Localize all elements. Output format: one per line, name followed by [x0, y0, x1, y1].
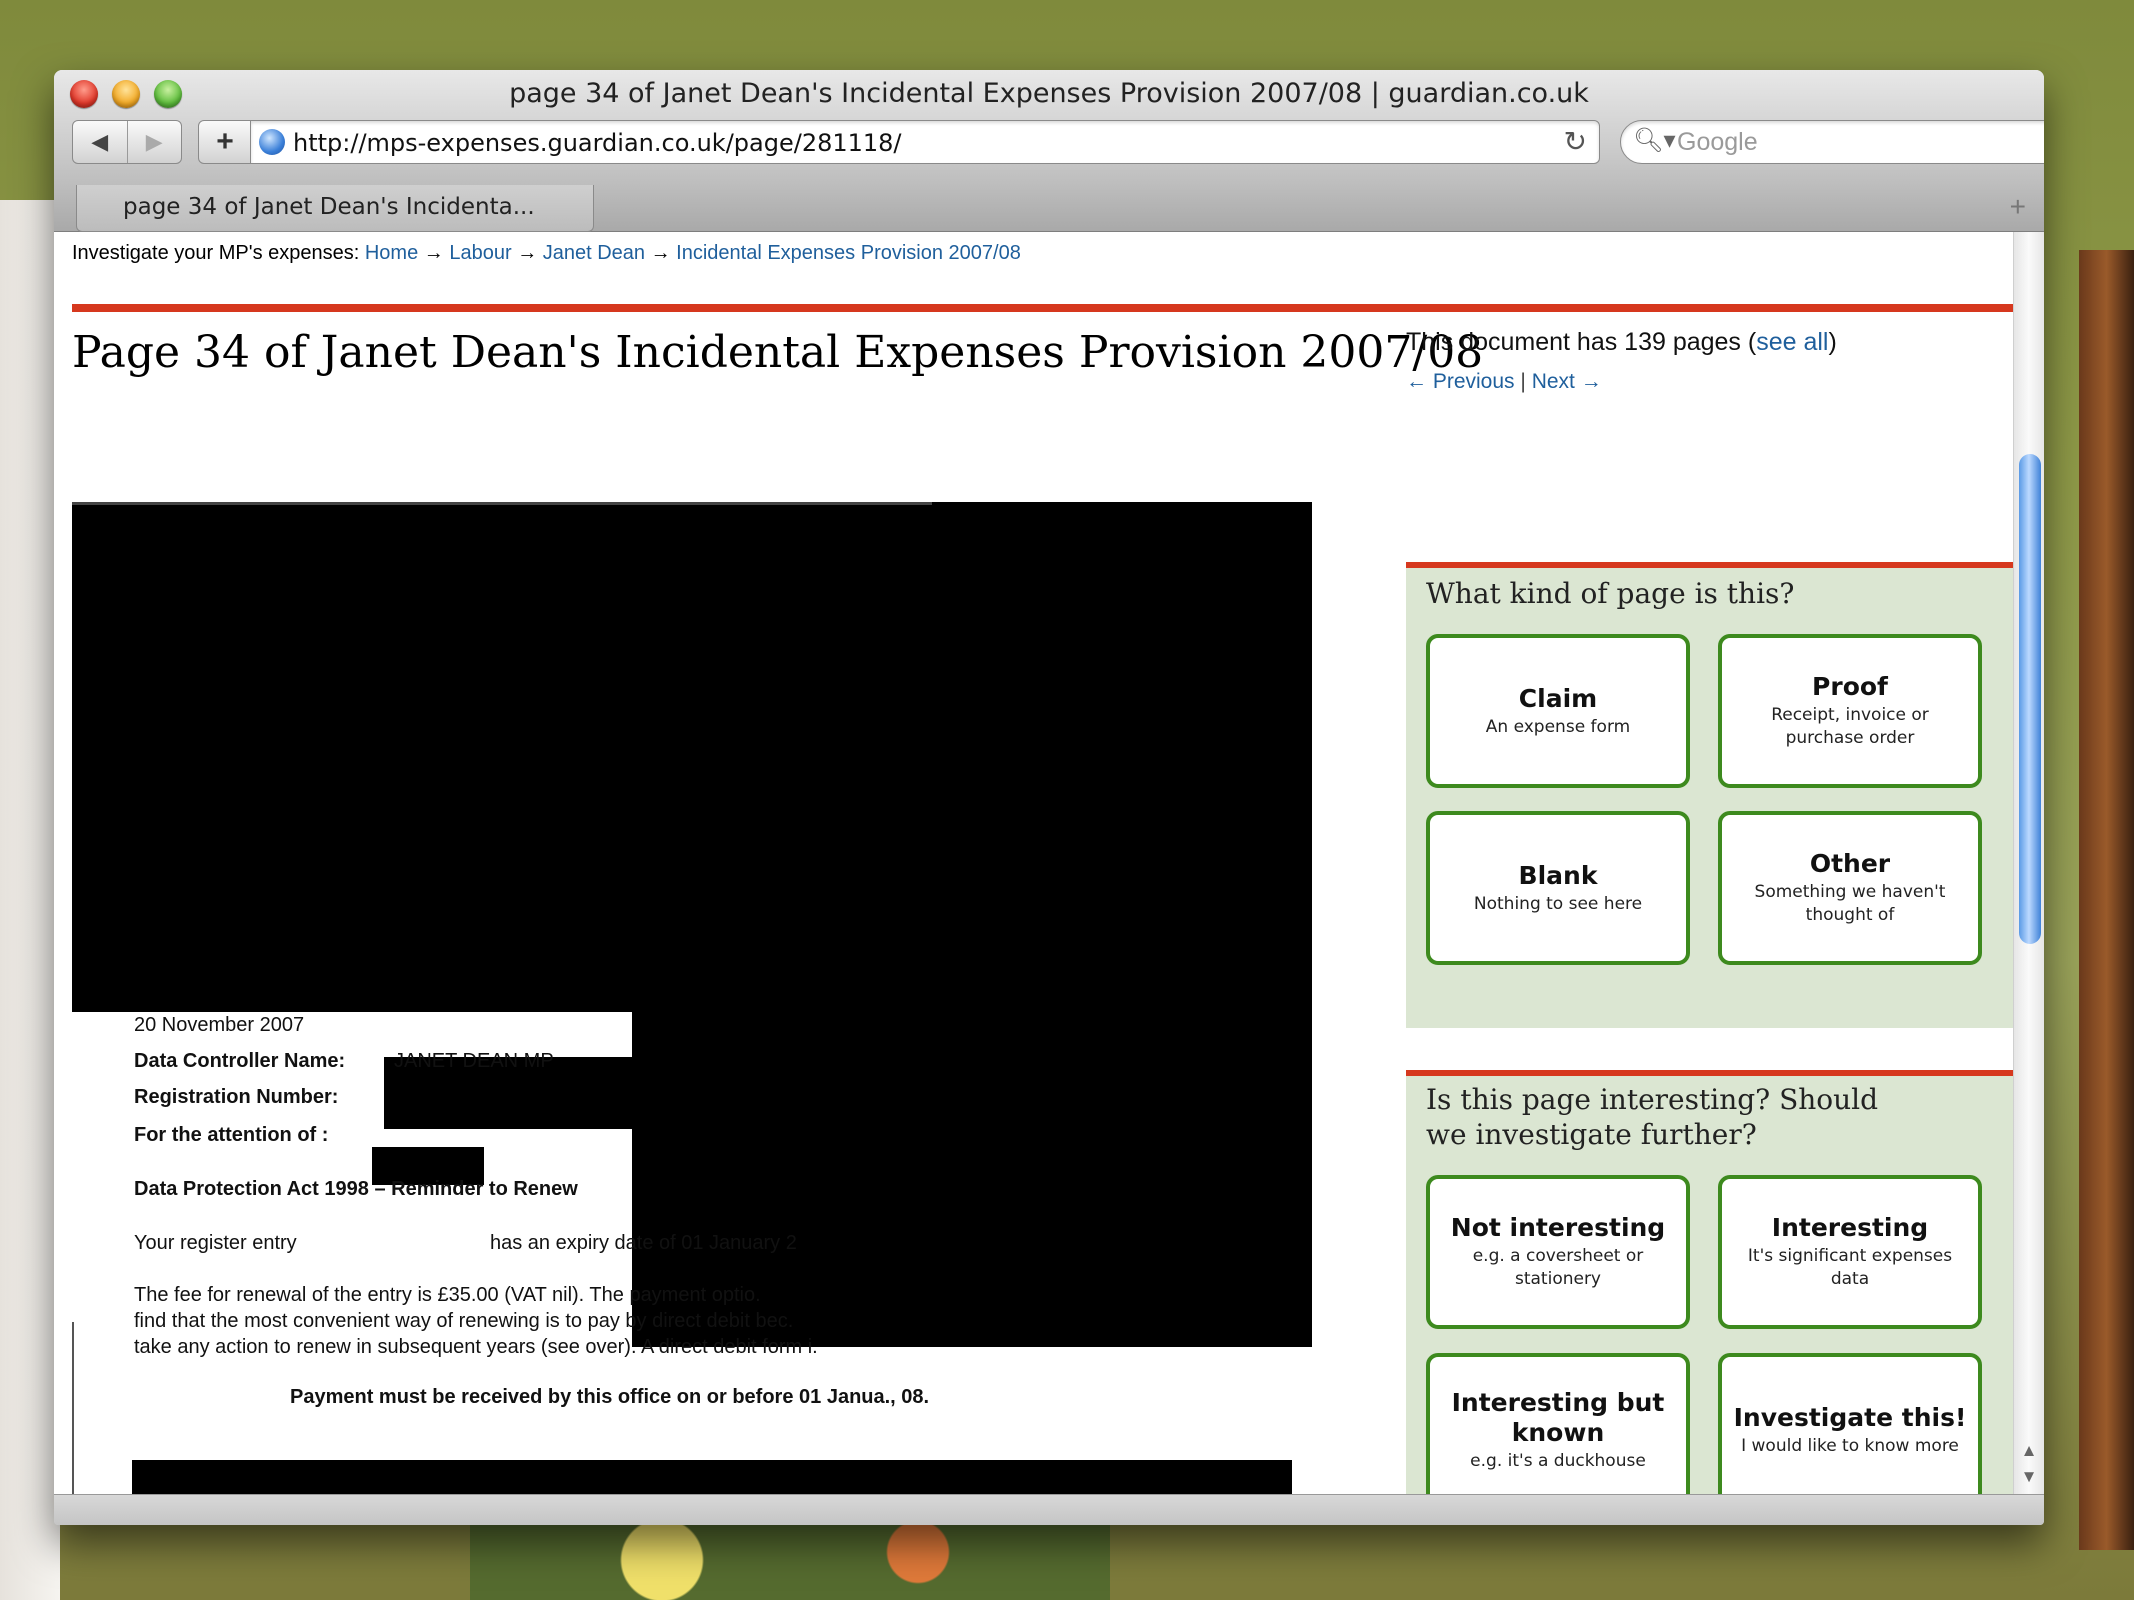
new-tab-icon[interactable]: + [2010, 191, 2026, 223]
page-kind-panel: What kind of page is this? Claim An expe… [1406, 562, 2032, 1028]
option-label: Claim [1518, 683, 1598, 713]
pagination-separator: | [1520, 370, 1526, 393]
page-count-text: This document has 139 pages ( [1406, 328, 1757, 356]
desktop-background-right [2079, 250, 2134, 1550]
document-page-count: This document has 139 pages (see all) [1406, 328, 1837, 357]
scan-entry-prefix: Your register entry [134, 1232, 297, 1254]
option-description: An expense form [1485, 716, 1631, 737]
page-kind-question: What kind of page is this? [1426, 577, 1795, 610]
back-forward-buttons: ◀ ▶ [72, 120, 182, 164]
add-bookmark-icon[interactable]: + [198, 120, 252, 164]
scan-edge-line [72, 502, 932, 505]
investigate-this-button[interactable]: Investigate this! I would like to know m… [1718, 1353, 1982, 1494]
next-page-link[interactable]: Next → [1532, 370, 1602, 393]
breadcrumb-mp[interactable]: Janet Dean [543, 242, 645, 264]
tab-current[interactable]: page 34 of Janet Dean's Incidenta... [76, 185, 594, 232]
interesting-but-known-button[interactable]: Interesting but known e.g. it's a duckho… [1426, 1353, 1690, 1494]
tab-bar: page 34 of Janet Dean's Incidenta... + [54, 185, 2044, 232]
scan-registration-label: Registration Number: [134, 1086, 339, 1108]
scrollbar-thumb[interactable] [2019, 454, 2041, 944]
url-text[interactable]: http://mps-expenses.guardian.co.uk/page/… [293, 129, 902, 157]
option-description: e.g. it's a duckhouse [1470, 1450, 1646, 1471]
option-description: It's significant expenses data [1747, 1246, 1953, 1289]
option-description: e.g. a coversheet or stationery [1472, 1246, 1644, 1289]
forward-icon[interactable]: ▶ [128, 121, 182, 163]
option-description: Something we haven't thought of [1754, 882, 1946, 925]
reload-icon[interactable]: ↻ [1564, 125, 1587, 158]
status-bar [54, 1494, 2044, 1525]
scan-entry-suffix: has an expiry date of 01 January 2 [490, 1232, 797, 1254]
scan-fee-line: find that the most convenient way of ren… [134, 1310, 794, 1332]
scan-payment-line: Payment must be received by this office … [290, 1386, 930, 1408]
see-all-link[interactable]: see all [1756, 328, 1828, 356]
back-icon[interactable]: ◀ [73, 121, 128, 163]
breadcrumb-separator: → [517, 242, 538, 264]
option-label: Other [1809, 849, 1891, 878]
page-title: Page 34 of Janet Dean's Incidental Expen… [72, 327, 1484, 378]
page-count-close: ) [1828, 328, 1837, 356]
option-label: Investigate this! [1733, 1402, 1967, 1432]
scan-attention-label: For the attention of : [134, 1124, 329, 1146]
scan-heading: Data Protection Act 1998 – Reminder to R… [134, 1178, 578, 1200]
breadcrumb-prefix: Investigate your MP's expenses: [72, 242, 360, 264]
page-viewport: Investigate your MP's expenses: Home → L… [54, 232, 2044, 1494]
interesting-button[interactable]: Interesting It's significant expenses da… [1718, 1175, 1982, 1329]
blank-button[interactable]: Blank Nothing to see here [1426, 811, 1690, 965]
window-title: page 34 of Janet Dean's Incidental Expen… [509, 78, 1589, 109]
option-description: I would like to know more [1741, 1435, 1959, 1456]
header-divider [72, 304, 2032, 312]
scroll-down-icon[interactable]: ▼ [2020, 1464, 2038, 1490]
scan-controller-label: Data Controller Name: [134, 1050, 346, 1072]
redaction-block [72, 502, 1312, 1012]
scan-edge-line [72, 1322, 74, 1494]
scan-fee-line: take any action to renew in subsequent y… [134, 1336, 818, 1358]
page-interest-question: Is this page interesting? Should we inve… [1426, 1083, 1879, 1151]
breadcrumb-separator: → [423, 242, 444, 264]
browser-window: page 34 of Janet Dean's Incidental Expen… [54, 70, 2044, 1525]
tab-label: page 34 of Janet Dean's Incidenta... [123, 194, 535, 220]
option-description: Receipt, invoice or purchase order [1771, 705, 1929, 748]
breadcrumb-separator: → [650, 242, 671, 264]
proof-button[interactable]: Proof Receipt, invoice or purchase order [1718, 634, 1982, 788]
scroll-up-icon[interactable]: ▲ [2020, 1438, 2038, 1464]
option-label: Blank [1518, 860, 1598, 890]
scanned-document-image: 20 November 2007 Data Controller Name: J… [72, 502, 1342, 1494]
title-bar: page 34 of Janet Dean's Incidental Expen… [54, 70, 2044, 186]
page-interest-panel: Is this page interesting? Should we inve… [1406, 1070, 2032, 1494]
option-label: Not interesting [1450, 1213, 1666, 1242]
option-label: Interesting but known [1451, 1387, 1665, 1447]
scrollbar-arrows[interactable]: ▲ ▼ [2020, 1438, 2038, 1490]
other-button[interactable]: Other Something we haven't thought of [1718, 811, 1982, 965]
search-icon[interactable]: 🔍︎▾ [1633, 126, 1676, 155]
search-input[interactable]: 🔍︎▾ Google [1620, 120, 2044, 164]
scan-date: 20 November 2007 [134, 1014, 305, 1036]
desktop-background-flowers [470, 1520, 1110, 1600]
globe-icon [259, 129, 285, 155]
redaction-block [132, 1460, 1292, 1494]
scan-controller-value: JANET DEAN MP [394, 1050, 554, 1072]
breadcrumb-document[interactable]: Incidental Expenses Provision 2007/08 [676, 242, 1021, 264]
breadcrumb-home[interactable]: Home [365, 242, 418, 264]
search-placeholder: Google [1677, 128, 1758, 156]
vertical-scrollbar[interactable]: ▲ ▼ [2013, 232, 2044, 1494]
breadcrumb-party[interactable]: Labour [449, 242, 511, 264]
scan-fee-line: The fee for renewal of the entry is £35.… [134, 1284, 761, 1306]
not-interesting-button[interactable]: Not interesting e.g. a coversheet or sta… [1426, 1175, 1690, 1329]
option-description: Nothing to see here [1473, 893, 1643, 914]
desktop-background-left [0, 200, 60, 1600]
page-pagination: ← Previous | Next → [1406, 370, 1602, 394]
option-label: Interesting [1771, 1213, 1929, 1242]
claim-button[interactable]: Claim An expense form [1426, 634, 1690, 788]
breadcrumb: Investigate your MP's expenses: Home → L… [72, 242, 1021, 265]
address-bar[interactable]: http://mps-expenses.guardian.co.uk/page/… [250, 120, 1600, 164]
option-label: Proof [1812, 672, 1888, 701]
previous-page-link[interactable]: ← Previous [1406, 370, 1515, 393]
